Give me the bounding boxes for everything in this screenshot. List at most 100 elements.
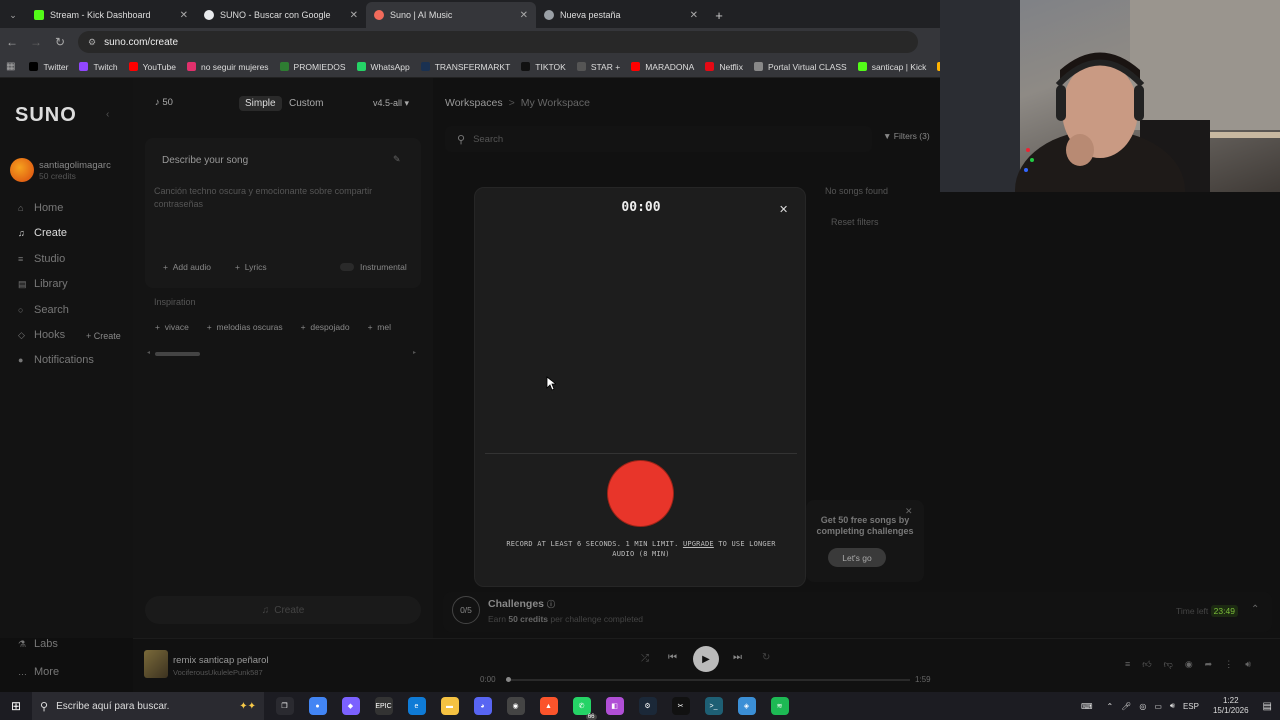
clock[interactable]: 1:22 15/1/2026 (1213, 696, 1249, 716)
info-icon[interactable]: ⓘ (547, 600, 555, 609)
song-description-input[interactable]: Canción techno oscura y emocionante sobr… (154, 185, 384, 211)
sidebar-item-library[interactable]: ▤ Library (18, 278, 68, 290)
tab-suno[interactable]: Suno | AI Music ✕ (366, 2, 536, 28)
album-art[interactable] (144, 650, 168, 678)
camera-icon[interactable]: ◎ (1139, 702, 1146, 711)
next-icon[interactable]: ⏭ (733, 652, 742, 663)
chevron-up-icon[interactable]: ⌃ (1251, 604, 1259, 615)
play-button[interactable]: ▶ (693, 646, 719, 672)
sidebar-item-search[interactable]: ○ Search (18, 304, 69, 316)
bookmark-item[interactable]: YouTube (128, 62, 176, 72)
bookmark-item[interactable]: WhatsApp (356, 62, 410, 72)
record-button[interactable] (608, 461, 673, 526)
edge-icon[interactable]: e (407, 697, 426, 715)
shuffle-icon[interactable]: ⤮ (641, 653, 649, 664)
tab-new-tab[interactable]: Nueva pestaña ✕ (536, 2, 706, 28)
model-select[interactable]: v4.5-all ▾ (373, 98, 409, 109)
volume-icon[interactable]: 🔊︎ (1170, 701, 1175, 711)
back-icon[interactable]: ← (0, 35, 24, 49)
capcut-icon[interactable]: ✂ (671, 697, 690, 715)
chrome-icon[interactable]: ● (308, 697, 327, 715)
scroll-left-icon[interactable]: ◂ (147, 349, 150, 356)
dislike-icon[interactable]: 👎︎ (1164, 659, 1173, 670)
language-indicator[interactable]: ESP (1183, 702, 1199, 711)
close-tab-icon[interactable]: ✕ (520, 10, 528, 21)
sidebar-item-studio[interactable]: ≡ Studio (18, 253, 65, 265)
suno-logo[interactable]: SUNO (15, 104, 77, 127)
sidebar-item-hooks[interactable]: ◇ Hooks (18, 329, 65, 341)
hooks-create-button[interactable]: + Create (86, 331, 121, 341)
lets-go-button[interactable]: Let's go (828, 548, 886, 567)
toggle-switch[interactable] (340, 263, 354, 271)
close-tab-icon[interactable]: ✕ (350, 10, 358, 21)
bookmark-item[interactable]: santicap | Kick (857, 62, 926, 72)
bookmark-item[interactable]: TIKTOK (521, 62, 566, 72)
tab-search-dropdown-icon[interactable]: ⌄ (0, 2, 26, 28)
bookmark-item[interactable]: Portal Virtual CLASS (753, 62, 847, 72)
bookmark-item[interactable]: Twitter (29, 62, 68, 72)
filters-button[interactable]: ▼ Filters (3) (883, 131, 930, 141)
comment-icon[interactable]: ◉ (1185, 659, 1193, 670)
seek-bar[interactable] (506, 677, 910, 682)
mode-simple-tab[interactable]: Simple (239, 96, 282, 111)
challenges-bar[interactable]: 0/5 Challenges ⓘ Earn 50 credits per cha… (443, 592, 1272, 632)
lyrics-button[interactable]: + Lyrics (235, 262, 267, 272)
steam-icon[interactable]: ⚙ (638, 697, 657, 715)
track-artist[interactable]: VociferousUkulelePunk587 (173, 668, 263, 677)
network-icon[interactable]: ▭ (1154, 702, 1162, 711)
edit-icon[interactable]: ✎ (393, 154, 401, 165)
windows-start-icon[interactable]: ⊞ (0, 692, 32, 720)
scrollbar-thumb[interactable] (155, 352, 200, 356)
chevron-up-icon[interactable]: ⌃ (1106, 702, 1113, 711)
inspiration-tag[interactable]: + despojado (301, 322, 350, 334)
close-tab-icon[interactable]: ✕ (690, 10, 698, 21)
keyboard-icon[interactable]: ⌨ (1081, 702, 1093, 711)
sidebar-item-create[interactable]: ♫ Create (18, 227, 67, 239)
bookmark-item[interactable]: no seguir mujeres (186, 62, 269, 72)
bookmark-item[interactable]: TRANSFERMARKT (420, 62, 510, 72)
horizontal-scrollbar[interactable]: ◂ ▸ (147, 349, 419, 356)
copilot-icon[interactable]: ◆ (341, 697, 360, 715)
track-title[interactable]: remix santicap peñarol (173, 655, 269, 666)
apps-grid-icon[interactable]: ▦ (6, 61, 15, 72)
epic-games-icon[interactable]: EPIC (374, 697, 393, 715)
bookmark-item[interactable]: STAR + (576, 62, 620, 72)
user-profile[interactable]: santiagolimagarc 50 credits (10, 158, 111, 182)
inspiration-tag[interactable]: + vivace (155, 322, 189, 334)
sidebar-item-more[interactable]: … More (18, 666, 59, 678)
more-options-icon[interactable]: ⋮ (1224, 659, 1233, 670)
seek-handle[interactable] (506, 677, 511, 682)
describe-song-box[interactable]: Describe your song ✎ Canción techno oscu… (145, 138, 421, 288)
tab-kick-dashboard[interactable]: Stream - Kick Dashboard ✕ (26, 2, 196, 28)
taskbar-search-input[interactable]: ⚲ Escribe aquí para buscar. ✦✦ (32, 692, 264, 720)
obs-icon[interactable]: ◉ (506, 697, 525, 715)
file-explorer-icon[interactable]: ▬ (440, 697, 459, 715)
close-tab-icon[interactable]: ✕ (180, 10, 188, 21)
url-input[interactable]: ⚙ suno.com/create (78, 31, 918, 53)
upgrade-link[interactable]: UPGRADE (683, 540, 714, 548)
breadcrumb-workspaces[interactable]: Workspaces (445, 97, 503, 109)
valorant-icon[interactable]: ◈ (737, 697, 756, 715)
bookmark-item[interactable]: Netflix (705, 62, 743, 72)
bookmark-item[interactable]: MARADONA (631, 62, 694, 72)
whatsapp-icon[interactable]: ✆ 66 (572, 697, 597, 720)
app-icon[interactable]: ◧ (605, 697, 624, 715)
forward-icon[interactable]: → (24, 35, 48, 49)
discord-icon[interactable]: ◕ (473, 697, 492, 715)
sidebar-item-notifications[interactable]: ● Notifications (18, 354, 94, 366)
sidebar-item-home[interactable]: ⌂ Home (18, 202, 63, 214)
bookmark-item[interactable]: Twitch (79, 62, 118, 72)
spotify-icon[interactable]: ≋ (770, 697, 789, 715)
brave-icon[interactable]: ▲ (539, 697, 558, 715)
queue-icon[interactable]: ≡ (1125, 659, 1130, 670)
share-icon[interactable]: ➦ (1205, 659, 1213, 670)
scroll-right-icon[interactable]: ▸ (413, 349, 416, 356)
tab-google-search[interactable]: SUNO - Buscar con Google ✕ (196, 2, 366, 28)
new-tab-button[interactable]: + (706, 2, 732, 28)
task-view-icon[interactable]: ❐ (275, 697, 294, 715)
previous-icon[interactable]: ⏮ (668, 652, 677, 663)
sidebar-item-labs[interactable]: ⚗ Labs (18, 638, 58, 650)
create-button[interactable]: ♫ Create (145, 596, 421, 624)
site-info-icon[interactable]: ⚙ (88, 37, 96, 48)
close-icon[interactable]: ✕ (779, 203, 788, 216)
